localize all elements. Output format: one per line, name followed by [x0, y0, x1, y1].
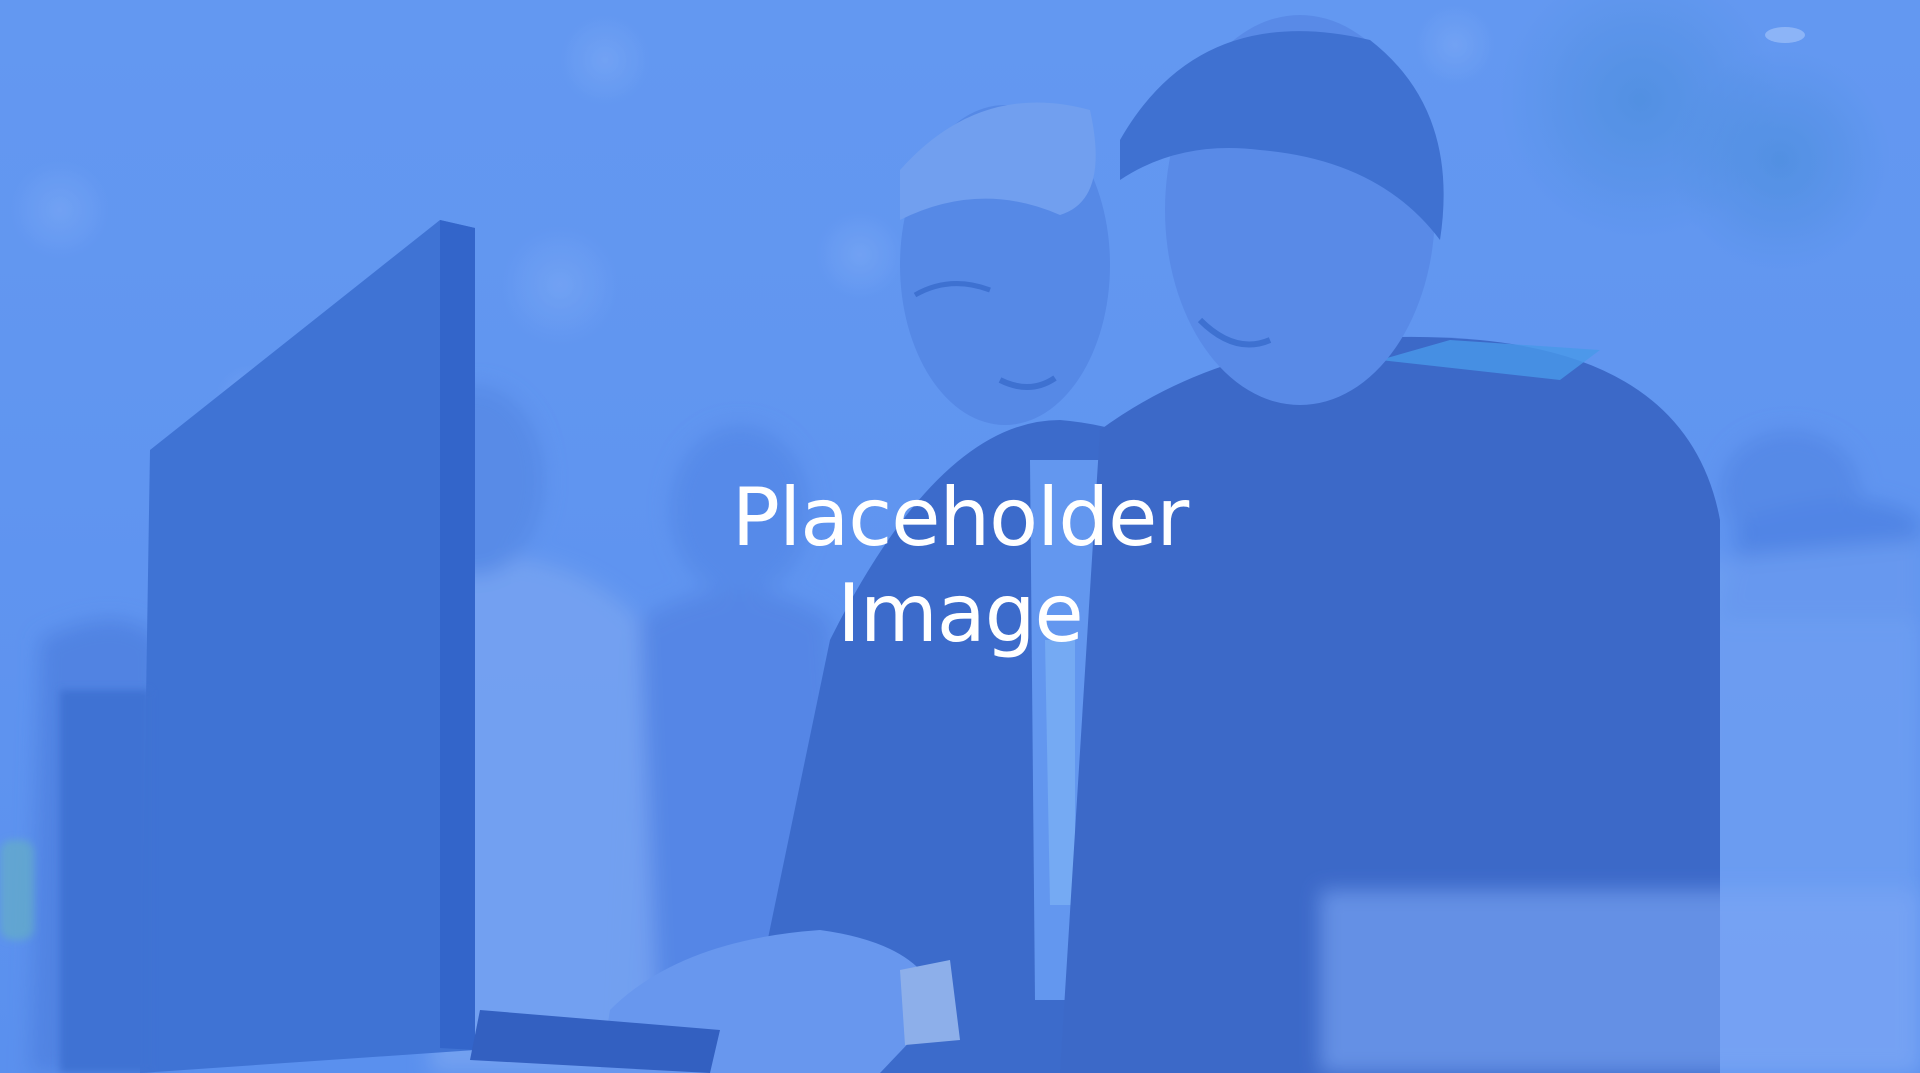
placeholder-image-slide: Placeholder Image	[0, 0, 1920, 1073]
caption-line-2: Image	[837, 567, 1084, 660]
caption-line-1: Placeholder	[731, 471, 1189, 564]
placeholder-caption: Placeholder Image	[0, 470, 1920, 662]
